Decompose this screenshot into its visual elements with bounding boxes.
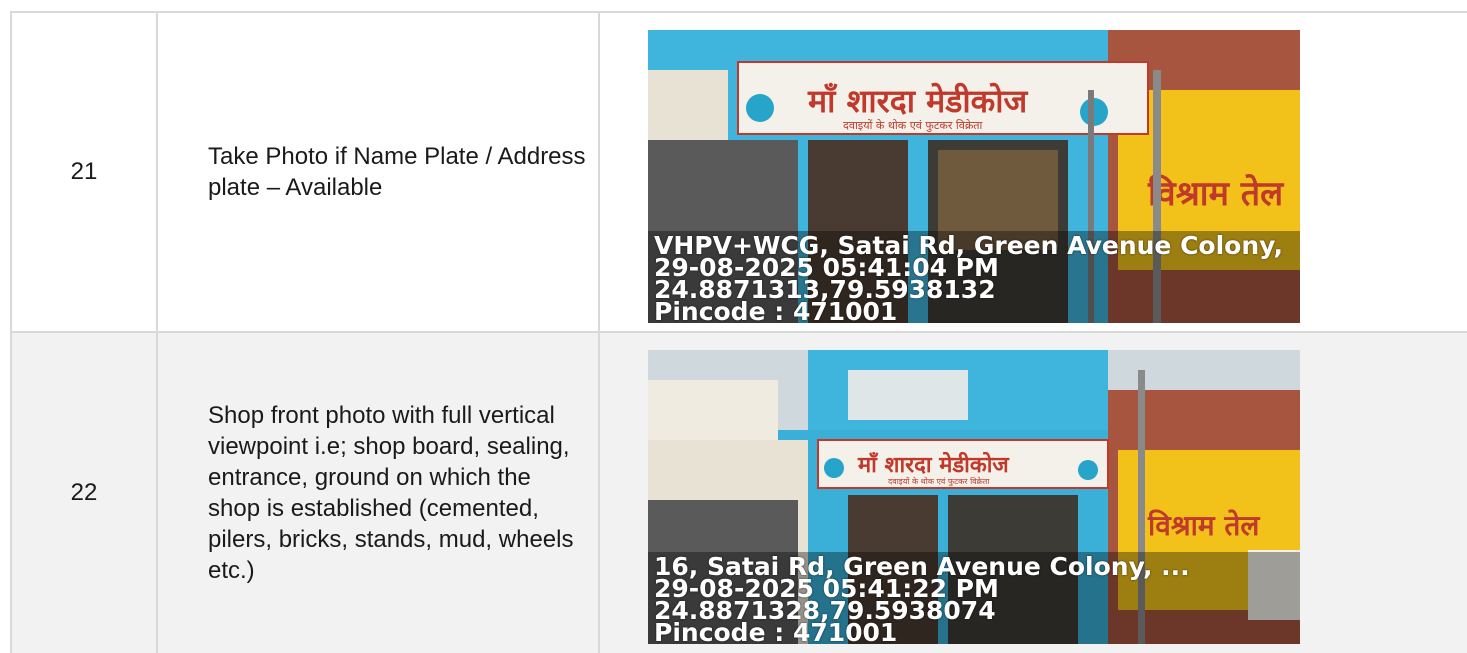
wall-text: विश्राम तेल: [1147, 173, 1285, 214]
geotag-overlay: VHPV+WCG, Satai Rd, Green Avenue Colony,…: [648, 231, 1300, 323]
photo-cell: माँ शारदा मेडीकोज दवाइयों के थोक एवं फुट…: [598, 13, 1467, 331]
sign-title: माँ शारदा मेडीकोज: [807, 82, 1029, 120]
sign-title: माँ शारदा मेडीकोज: [857, 451, 1010, 478]
sign-subtitle: दवाइयों के थोक एवं फुटकर विक्रेता: [888, 476, 990, 487]
row-number: 22: [70, 479, 98, 506]
sign-subtitle: दवाइयों के थोक एवं फुटकर विक्रेता: [843, 119, 983, 132]
geotag-overlay: 16, Satai Rd, Green Avenue Colony, ... 2…: [648, 552, 1300, 644]
row-description: Take Photo if Name Plate / Address plate…: [208, 143, 586, 201]
row-number: 21: [70, 158, 98, 185]
shop-front-photo[interactable]: माँ शारदा मेडीकोज दवाइयों के थोक एवं फुट…: [648, 350, 1300, 644]
name-plate-photo[interactable]: माँ शारदा मेडीकोज दवाइयों के थोक एवं फुट…: [648, 30, 1300, 323]
row-number-cell: 22: [10, 333, 156, 653]
row-number-cell: 21: [10, 13, 156, 331]
table-row: 22 Shop front photo with full vertical v…: [10, 331, 1467, 653]
photo-cell: माँ शारदा मेडीकोज दवाइयों के थोक एवं फुट…: [598, 333, 1467, 653]
geotag-pincode: Pincode : 471001: [654, 297, 898, 323]
wall-text: विश्राम तेल: [1147, 509, 1260, 542]
survey-table: 21 Take Photo if Name Plate / Address pl…: [0, 0, 1467, 653]
table-row: 21 Take Photo if Name Plate / Address pl…: [10, 11, 1467, 331]
description-cell: Take Photo if Name Plate / Address plate…: [156, 13, 598, 331]
row-description: Shop front photo with full vertical view…: [208, 402, 574, 584]
description-cell: Shop front photo with full vertical view…: [156, 333, 598, 653]
geotag-pincode: Pincode : 471001: [654, 618, 898, 644]
